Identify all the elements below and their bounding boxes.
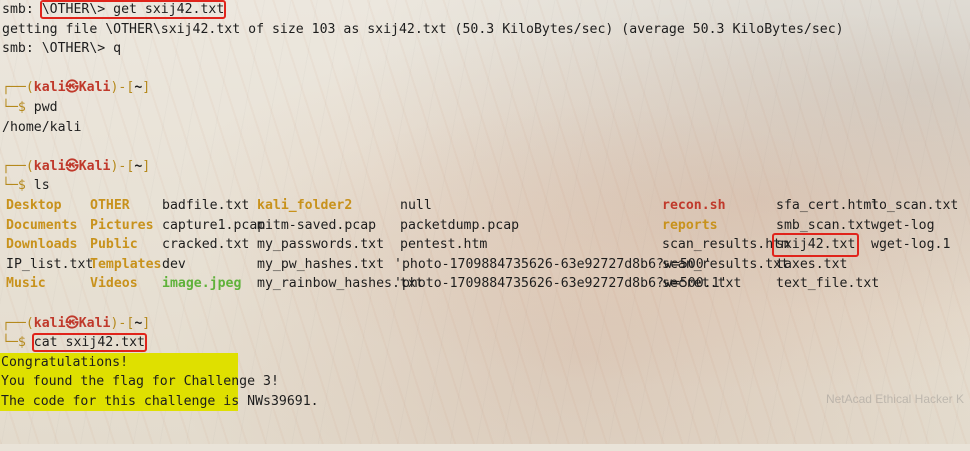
flag-line: You found the flag for Challenge 3! <box>0 372 279 392</box>
smb-get-line: smb: \OTHER\> get sxij42.txt <box>2 0 970 20</box>
terminal-output[interactable]: smb: \OTHER\> get sxij42.txt getting fil… <box>0 0 970 412</box>
prompt-user: kali㉿Kali <box>33 315 111 331</box>
ls-row: Desktop OTHER badfile.txt kali_folder2 n… <box>2 196 970 216</box>
ls-entry: taxes.txt <box>776 256 848 272</box>
ls-entry: secret.txt <box>662 276 742 292</box>
ls-command: ls <box>33 178 50 194</box>
ls-entry: packetdump.pcap <box>400 217 520 233</box>
ls-entry: Videos <box>90 276 138 292</box>
ls-entry: null <box>400 197 432 213</box>
ls-entry: my_passwords.txt <box>257 237 385 253</box>
smb-prompt: smb: <box>2 2 42 17</box>
prompt-user: kali㉿Kali <box>33 158 111 174</box>
ls-entry: IP_list.txt <box>6 256 94 272</box>
prompt-command-line: └─$ pwd <box>2 99 58 115</box>
ls-entry: to_scan.txt <box>871 197 959 213</box>
ls-entry: Downloads <box>6 237 78 253</box>
pwd-output: /home/kali <box>2 119 82 135</box>
ls-entry: Desktop <box>6 197 62 213</box>
ls-entry: smb_scan.txt <box>776 217 872 233</box>
ls-entry: scan_results.txt <box>662 256 790 272</box>
prompt-header: ┌──(kali㉿Kali)-[~] <box>2 80 151 96</box>
ls-entry: kali_folder2 <box>257 197 353 213</box>
prompt-command-line: └─$ cat sxij42.txt <box>2 333 147 353</box>
ls-row: Documents Pictures capture1.pcap mitm-sa… <box>2 216 970 236</box>
pwd-command: pwd <box>33 99 58 115</box>
ls-row: IP_list.txt Templates dev my_pw_hashes.t… <box>2 255 970 275</box>
smb-getting-line: getting file \OTHER\sxij42.txt of size 1… <box>2 21 844 37</box>
ls-entry: image.jpeg <box>162 276 242 292</box>
ls-entry-sxij42-highlighted: sxij42.txt <box>771 233 860 257</box>
ls-entry: pentest.htm <box>400 237 488 253</box>
cat-command: cat sxij42.txt <box>31 333 147 353</box>
ls-entry: wget-log <box>871 217 935 233</box>
ls-entry: OTHER <box>90 197 130 213</box>
ls-entry: recon.sh <box>662 197 726 213</box>
ls-entry: wget-log.1 <box>871 237 951 253</box>
prompt-header: ┌──(kali㉿Kali)-[~] <box>2 158 151 174</box>
ls-entry: Templates <box>90 256 162 272</box>
flag-line: Congratulations! <box>0 352 238 373</box>
ls-entry: reports <box>662 217 718 233</box>
ls-entry: mitm-saved.pcap <box>257 217 377 233</box>
flag-output: Congratulations! You found the flag for … <box>0 352 970 412</box>
flag-line: The code for this challenge is NWs39691. <box>0 391 319 412</box>
smb-quit-line: smb: \OTHER\> q <box>2 41 122 57</box>
ls-row: Downloads Public cracked.txt my_password… <box>2 233 970 257</box>
smb-get-command: \OTHER\> get sxij42.txt <box>39 0 227 19</box>
ls-entry: Pictures <box>90 217 154 233</box>
ls-entry: Music <box>6 276 46 292</box>
ls-entry: sfa_cert.html <box>776 197 880 213</box>
ls-entry: cracked.txt <box>162 237 250 253</box>
ls-entry: dev <box>162 256 186 272</box>
ls-entry: badfile.txt <box>162 197 250 213</box>
ls-entry: my_pw_hashes.txt <box>257 256 385 272</box>
ls-entry: text_file.txt <box>776 276 880 292</box>
ls-entry: capture1.pcap <box>162 217 266 233</box>
prompt-command-line: └─$ ls <box>2 178 50 194</box>
prompt-header: ┌──(kali㉿Kali)-[~] <box>2 315 151 331</box>
ls-row: Music Videos image.jpeg my_rainbow_hashe… <box>2 274 970 294</box>
prompt-user: kali㉿Kali <box>33 80 111 96</box>
ls-entry: Documents <box>6 217 78 233</box>
ls-entry: scan_results.htm <box>662 237 790 253</box>
ls-entry: Public <box>90 237 138 253</box>
